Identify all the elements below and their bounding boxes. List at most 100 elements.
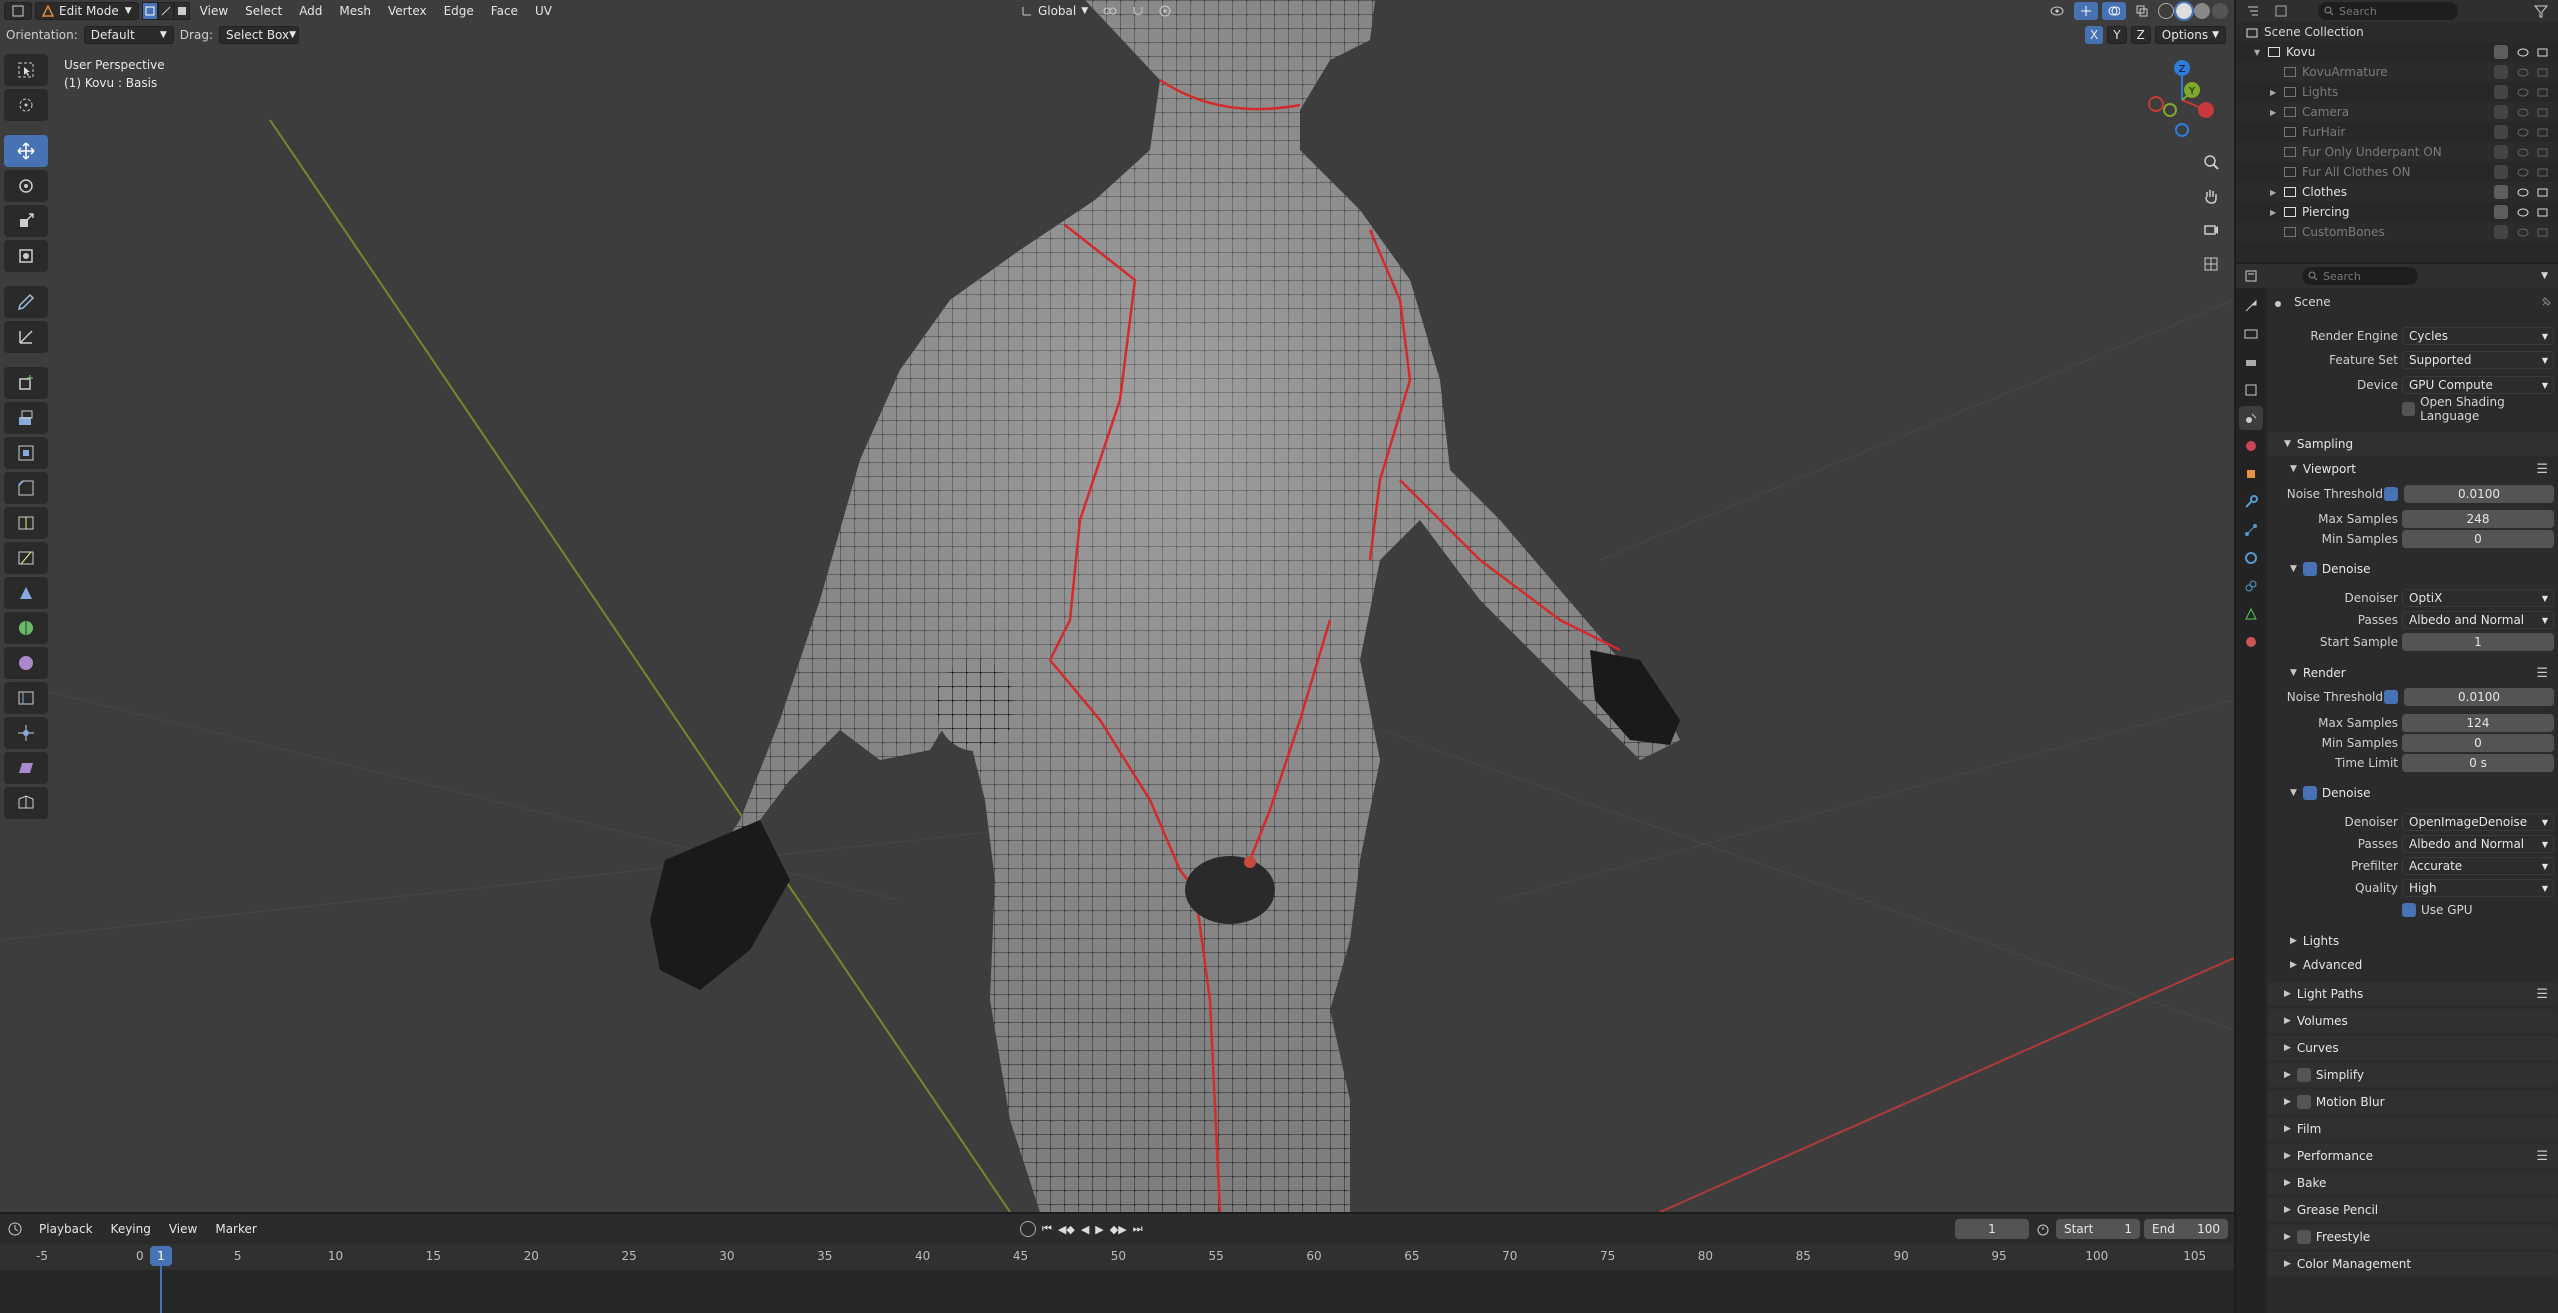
pin-icon[interactable] bbox=[2540, 296, 2552, 308]
feature-set-dropdown[interactable]: Supported ▼ bbox=[2402, 351, 2554, 369]
constraints-tab[interactable] bbox=[2239, 574, 2263, 598]
r-denoise-subpanel-header[interactable]: ▼ Denoise bbox=[2280, 782, 2558, 804]
overlays-toggle-button[interactable] bbox=[2102, 2, 2126, 20]
eye-icon[interactable] bbox=[2516, 205, 2530, 219]
eye-icon[interactable] bbox=[2516, 165, 2530, 179]
panel-header[interactable]: ▶ Color Management bbox=[2268, 1252, 2558, 1276]
panel-header[interactable]: ▶ Performance ☰ bbox=[2268, 1144, 2558, 1168]
transform-orientation-dropdown[interactable]: Global ▼ bbox=[1015, 2, 1094, 20]
r-passes-dropdown[interactable]: Albedo and Normal ▼ bbox=[2402, 835, 2554, 853]
panel-header[interactable]: ▶ Freestyle bbox=[2268, 1225, 2558, 1249]
panel-header[interactable]: ▶ Simplify bbox=[2268, 1063, 2558, 1087]
eye-icon[interactable] bbox=[2516, 65, 2530, 79]
list-icon[interactable]: ☰ bbox=[2536, 1149, 2548, 1164]
vp-min-samples-field[interactable]: 0 bbox=[2402, 530, 2554, 548]
eye-icon[interactable] bbox=[2516, 145, 2530, 159]
ortho-toggle-button[interactable] bbox=[2196, 250, 2226, 278]
panel-header[interactable]: ▶ Motion Blur bbox=[2268, 1090, 2558, 1114]
loop-cut-tool[interactable] bbox=[4, 507, 48, 539]
r-max-samples-field[interactable]: 124 bbox=[2402, 714, 2554, 732]
render-camera-icon[interactable] bbox=[2536, 205, 2550, 219]
use-gpu-checkbox[interactable] bbox=[2402, 903, 2416, 917]
vertex-select-button[interactable] bbox=[141, 2, 158, 20]
outliner-search-input[interactable]: Search bbox=[2318, 2, 2458, 20]
list-icon[interactable]: ☰ bbox=[2536, 987, 2548, 1002]
mirror-z-toggle[interactable]: Z bbox=[2130, 26, 2151, 44]
chevron-down-icon[interactable]: ▼ bbox=[2541, 271, 2548, 281]
outliner-editor-icon[interactable] bbox=[2246, 4, 2260, 18]
play-reverse-icon[interactable]: ◀ bbox=[1081, 1223, 1089, 1236]
menu-marker[interactable]: Marker bbox=[208, 1220, 263, 1238]
world-tab[interactable] bbox=[2239, 434, 2263, 458]
object-tab[interactable] bbox=[2239, 462, 2263, 486]
gizmo-toggle-button[interactable] bbox=[2074, 2, 2098, 20]
transform-tool[interactable] bbox=[4, 240, 48, 272]
material-shading-icon[interactable] bbox=[2194, 3, 2210, 19]
viewport-subpanel-header[interactable]: ▼ Viewport ☰ bbox=[2280, 458, 2558, 480]
panel-enable-checkbox[interactable] bbox=[2296, 1230, 2311, 1244]
spin-tool[interactable] bbox=[4, 612, 48, 644]
sampling-panel-header[interactable]: ▼ Sampling bbox=[2268, 432, 2558, 456]
vp-max-samples-field[interactable]: 248 bbox=[2402, 510, 2554, 528]
osl-checkbox[interactable] bbox=[2402, 402, 2416, 416]
r-denoiser-dropdown[interactable]: OpenImageDenoise ▼ bbox=[2402, 813, 2554, 831]
outliner-row[interactable]: Fur Only Underpant ON bbox=[2236, 142, 2558, 162]
clock-icon[interactable] bbox=[8, 1222, 22, 1236]
rip-region-tool[interactable] bbox=[4, 787, 48, 819]
xray-button[interactable] bbox=[2130, 2, 2154, 20]
scene-collection-row[interactable]: Scene Collection bbox=[2236, 22, 2558, 42]
render-camera-icon[interactable] bbox=[2536, 105, 2550, 119]
render-camera-icon[interactable] bbox=[2536, 45, 2550, 59]
menu-vertex[interactable]: Vertex bbox=[381, 2, 434, 20]
snap-button[interactable] bbox=[1126, 2, 1150, 20]
r-quality-dropdown[interactable]: High ▼ bbox=[2402, 879, 2554, 897]
collection-exclude-checkbox[interactable] bbox=[2494, 125, 2508, 139]
smooth-tool[interactable] bbox=[4, 647, 48, 679]
panel-header[interactable]: ▶ Volumes bbox=[2268, 1009, 2558, 1033]
collection-exclude-checkbox[interactable] bbox=[2494, 65, 2508, 79]
panel-header[interactable]: ▶ Film bbox=[2268, 1117, 2558, 1141]
extrude-tool[interactable] bbox=[4, 402, 48, 434]
playhead-line[interactable] bbox=[160, 1266, 162, 1313]
menu-edge[interactable]: Edge bbox=[437, 2, 481, 20]
annotate-tool[interactable] bbox=[4, 286, 48, 318]
prev-keyframe-icon[interactable]: ◀◆ bbox=[1058, 1223, 1075, 1236]
vp-noise-threshold-checkbox[interactable] bbox=[2384, 487, 2398, 501]
list-icon[interactable]: ☰ bbox=[2536, 666, 2548, 681]
r-prefilter-dropdown[interactable]: Accurate ▼ bbox=[2402, 857, 2554, 875]
render-camera-icon[interactable] bbox=[2536, 225, 2550, 239]
wireframe-shading-icon[interactable] bbox=[2158, 3, 2174, 19]
eye-icon[interactable] bbox=[2516, 125, 2530, 139]
outliner-row[interactable]: ▶ Piercing bbox=[2236, 202, 2558, 222]
vp-passes-dropdown[interactable]: Albedo and Normal ▼ bbox=[2402, 611, 2554, 629]
modifiers-tab[interactable] bbox=[2239, 490, 2263, 514]
filter-display-icon[interactable] bbox=[2274, 4, 2288, 18]
scene-tab[interactable] bbox=[2239, 406, 2263, 430]
menu-timeline-view[interactable]: View bbox=[162, 1220, 204, 1238]
eye-icon[interactable] bbox=[2516, 225, 2530, 239]
auto-keying-icon[interactable] bbox=[1020, 1221, 1036, 1237]
drag-dropdown[interactable]: Select Box ▼ bbox=[218, 26, 299, 44]
collection-exclude-checkbox[interactable] bbox=[2494, 185, 2508, 199]
orientation-dropdown[interactable]: Default ▼ bbox=[83, 26, 174, 44]
collection-exclude-checkbox[interactable] bbox=[2494, 165, 2508, 179]
output-tab[interactable] bbox=[2239, 350, 2263, 374]
collection-exclude-checkbox[interactable] bbox=[2494, 45, 2508, 59]
outliner-row[interactable]: ▶ Lights bbox=[2236, 82, 2558, 102]
stopwatch-icon[interactable] bbox=[2036, 1222, 2050, 1236]
panel-header[interactable]: ▶ Grease Pencil bbox=[2268, 1198, 2558, 1222]
r-noise-threshold-checkbox[interactable] bbox=[2384, 690, 2398, 704]
mirror-x-toggle[interactable]: X bbox=[2084, 26, 2104, 44]
solid-shading-icon[interactable] bbox=[2174, 1, 2194, 21]
collection-exclude-checkbox[interactable] bbox=[2494, 205, 2508, 219]
eye-icon[interactable] bbox=[2516, 45, 2530, 59]
menu-playback[interactable]: Playback bbox=[32, 1220, 100, 1238]
menu-mesh[interactable]: Mesh bbox=[332, 2, 378, 20]
menu-keying[interactable]: Keying bbox=[104, 1220, 158, 1238]
list-icon[interactable]: ☰ bbox=[2536, 462, 2548, 477]
r-time-limit-field[interactable]: 0 s bbox=[2402, 754, 2554, 772]
move-tool[interactable] bbox=[4, 135, 48, 167]
vp-denoise-checkbox[interactable] bbox=[2302, 562, 2317, 576]
render-engine-dropdown[interactable]: Cycles ▼ bbox=[2402, 327, 2554, 345]
render-camera-icon[interactable] bbox=[2536, 185, 2550, 199]
